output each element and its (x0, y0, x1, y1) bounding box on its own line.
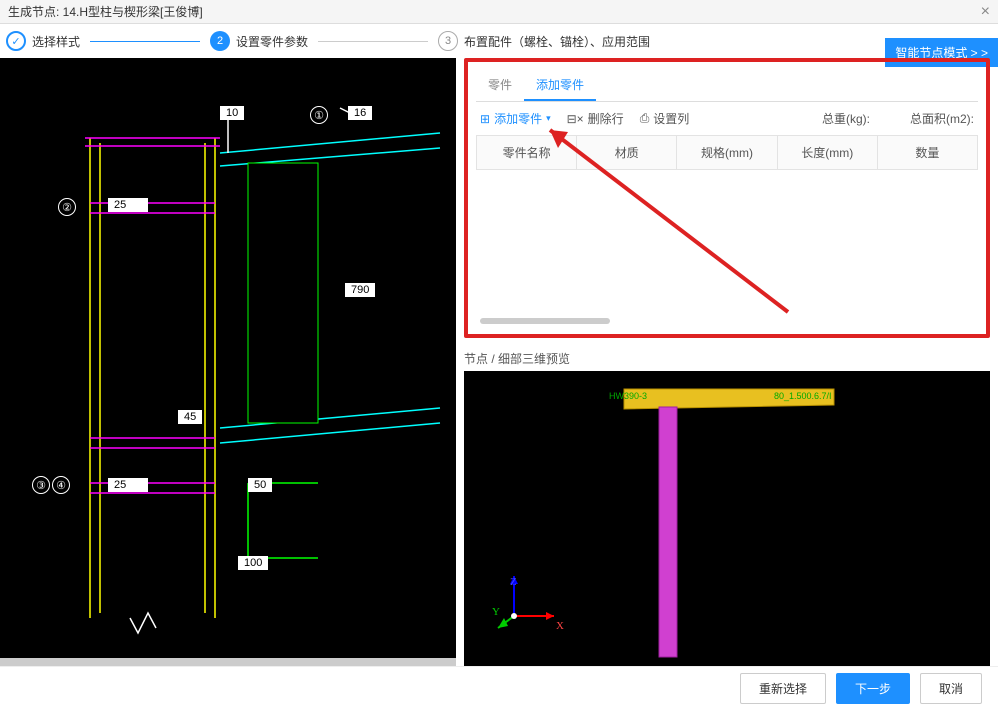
col-qty[interactable]: 数量 (878, 136, 977, 169)
step-2[interactable]: 2 设置零件参数 (210, 31, 308, 51)
preview-3d-viewport[interactable]: HW390-3 80_1.500.6.7/I Z Y X (464, 371, 990, 666)
axis-z-label: Z (510, 576, 517, 588)
dim-16: 16 (348, 106, 372, 120)
step-3-circle: 3 (438, 31, 458, 51)
step-connector (90, 41, 200, 42)
step-1[interactable]: ✓ 选择样式 (6, 31, 80, 51)
add-icon: ⊞ (480, 112, 490, 126)
callout-4: ④ (52, 476, 70, 494)
preview-title: 节点 / 细部三维预览 (464, 350, 990, 367)
callout-1: ① (310, 106, 328, 124)
step-1-label: 选择样式 (32, 33, 80, 50)
axis-gizmo (494, 566, 564, 636)
horizontal-scrollbar[interactable] (480, 318, 610, 324)
beam-label-right: 80_1.500.6.7/I (774, 391, 832, 401)
set-columns-button[interactable]: ⎙ 设置列 (640, 110, 690, 127)
axis-y-label: Y (492, 606, 500, 618)
wizard-stepper: ✓ 选择样式 2 设置零件参数 3 布置配件（螺栓、锚栓）、应用范围 (0, 24, 998, 58)
tab-add-part[interactable]: 添加零件 (524, 70, 596, 101)
parts-toolbar: ⊞ 添加零件 ▾ ⊟× 删除行 ⎙ 设置列 总重(kg): 总面积(m2): (476, 102, 978, 135)
parts-tabs: 零件 添加零件 (476, 70, 978, 102)
parts-table-header: 零件名称 材质 规格(mm) 长度(mm) 数量 (476, 135, 978, 170)
stats: 总重(kg): 总面积(m2): (822, 110, 974, 127)
delete-row-label: 删除行 (588, 110, 624, 127)
dim-25a: 25 (108, 198, 148, 212)
parts-panel: 零件 添加零件 ⊞ 添加零件 ▾ ⊟× 删除行 ⎙ 设置列 总重(kg (464, 58, 990, 338)
tab-parts[interactable]: 零件 (476, 70, 524, 101)
delete-row-button[interactable]: ⊟× 删除行 (567, 110, 624, 127)
dim-25b: 25 (108, 478, 148, 492)
add-part-button[interactable]: ⊞ 添加零件 ▾ (480, 110, 551, 127)
footer-buttons: 重新选择 下一步 取消 (0, 666, 998, 710)
axis-x-label: X (556, 620, 564, 632)
next-button[interactable]: 下一步 (836, 673, 910, 704)
step-3-label: 布置配件（螺栓、锚栓）、应用范围 (464, 33, 650, 50)
set-columns-label: 设置列 (653, 110, 689, 127)
dim-45: 45 (178, 410, 202, 424)
step-2-label: 设置零件参数 (236, 33, 308, 50)
window-titlebar: 生成节点: 14.H型柱与楔形梁[王俊博] × (0, 0, 998, 24)
window-title: 生成节点: 14.H型柱与楔形梁[王俊博] (8, 3, 203, 20)
cancel-button[interactable]: 取消 (920, 673, 982, 704)
close-icon[interactable]: × (981, 3, 990, 21)
callout-2: ② (58, 198, 76, 216)
col-length[interactable]: 长度(mm) (778, 136, 878, 169)
dim-100: 100 (238, 556, 268, 570)
callout-3: ③ (32, 476, 50, 494)
right-panel: 零件 添加零件 ⊞ 添加零件 ▾ ⊟× 删除行 ⎙ 设置列 总重(kg (456, 58, 998, 666)
dim-790: 790 (345, 283, 375, 297)
main-area: ① ② ③ ④ 10 16 25 25 790 45 50 100 零件 添加零… (0, 58, 998, 666)
cad-drawing (0, 58, 456, 658)
columns-icon: ⎙ (640, 111, 650, 126)
total-weight-label: 总重(kg): (822, 110, 870, 127)
total-area-label: 总面积(m2): (910, 110, 974, 127)
step-connector (318, 41, 428, 42)
col-spec[interactable]: 规格(mm) (677, 136, 777, 169)
col-material[interactable]: 材质 (577, 136, 677, 169)
reselect-button[interactable]: 重新选择 (740, 673, 826, 704)
step-2-circle: 2 (210, 31, 230, 51)
add-part-label: 添加零件 (494, 110, 542, 127)
col-part-name[interactable]: 零件名称 (477, 136, 577, 169)
dropdown-icon: ▾ (546, 113, 551, 124)
cad-viewport[interactable]: ① ② ③ ④ 10 16 25 25 790 45 50 100 (0, 58, 456, 666)
dim-50: 50 (248, 478, 272, 492)
dim-10: 10 (220, 106, 244, 120)
step-3[interactable]: 3 布置配件（螺栓、锚栓）、应用范围 (438, 31, 650, 51)
beam-label-left: HW390-3 (609, 391, 647, 401)
delete-icon: ⊟× (567, 112, 584, 126)
check-icon: ✓ (6, 31, 26, 51)
